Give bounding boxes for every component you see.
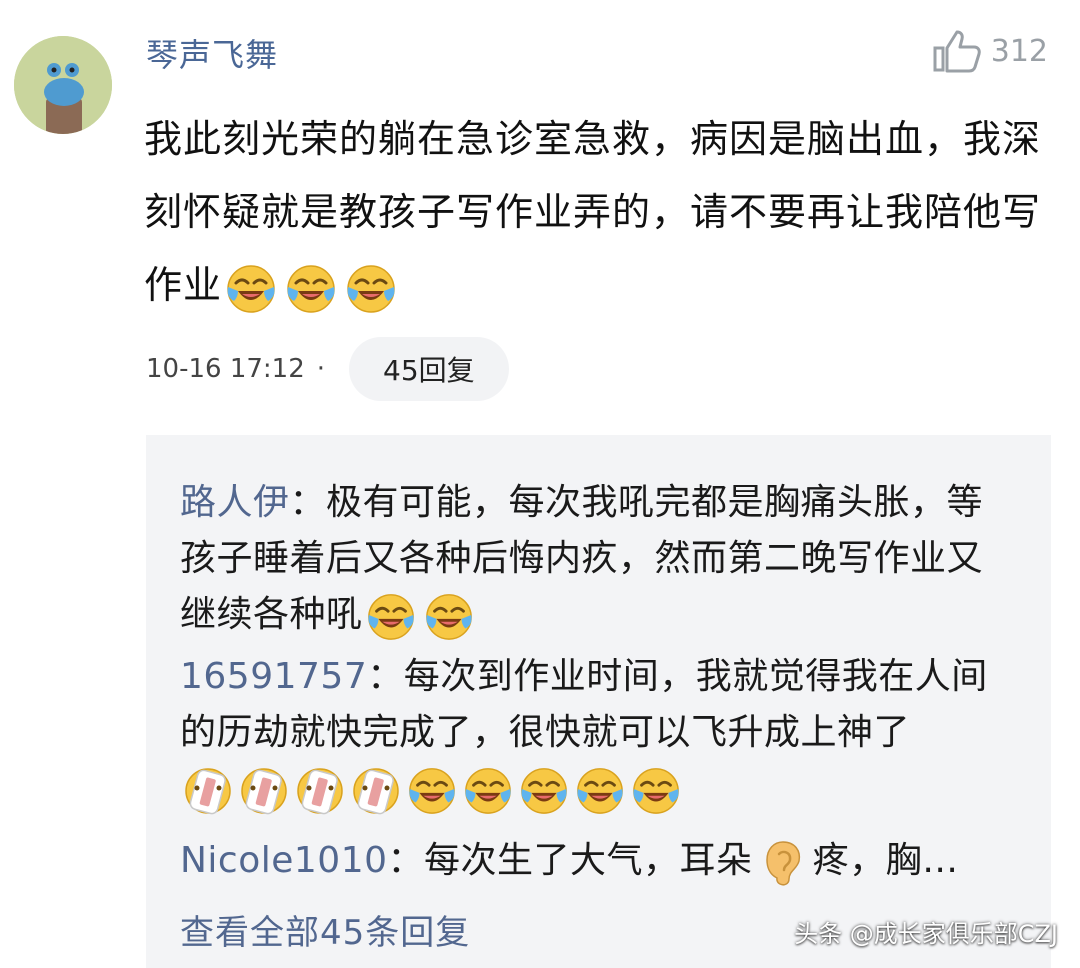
- thumbs-up-icon: [931, 28, 983, 74]
- bandage-emoji-icon: [238, 764, 290, 816]
- laugh-cry-emoji-icon: [574, 764, 626, 816]
- laugh-cry-emoji-icon: [518, 764, 570, 816]
- reply-item[interactable]: 16591757：每次到作业时间，我就觉得我在人间的历劫就快完成了，很快就可以飞…: [180, 649, 1010, 817]
- reply-author[interactable]: Nicole1010: [180, 840, 388, 881]
- laugh-cry-emoji-icon: [365, 590, 417, 642]
- comment-emojis: [224, 261, 398, 315]
- username[interactable]: 琴声飞舞: [146, 30, 278, 76]
- timestamp: 10-16 17:12: [146, 354, 305, 384]
- laugh-cry-emoji-icon: [630, 764, 682, 816]
- comment-text: 我此刻光荣的躺在急诊室急救，病因是脑出血，我深刻怀疑就是教孩子写作业弄的，请不要…: [144, 103, 1044, 322]
- view-all-replies-link[interactable]: 查看全部45条回复: [180, 905, 470, 954]
- avatar[interactable]: [14, 36, 112, 134]
- reply-author[interactable]: 路人伊: [180, 482, 290, 523]
- reply-item[interactable]: 路人伊：极有可能，每次我吼完都是胸痛头胀，等孩子睡着后又各种后悔内疚，然而第二晚…: [180, 475, 1010, 643]
- avatar-image: [14, 36, 112, 134]
- laugh-cry-emoji-icon: [284, 261, 338, 315]
- reply-emojis: [182, 764, 682, 816]
- like-count: 312: [990, 33, 1048, 69]
- laugh-cry-emoji-icon: [406, 764, 458, 816]
- reply-button[interactable]: 45回复: [349, 337, 509, 401]
- meta-separator: ·: [316, 354, 326, 384]
- reply-colon: ：: [367, 656, 404, 697]
- laugh-cry-emoji-icon: [462, 764, 514, 816]
- replies-panel: 路人伊：极有可能，每次我吼完都是胸痛头胀，等孩子睡着后又各种后悔内疚，然而第二晚…: [146, 435, 1051, 968]
- ear-emoji-icon: [757, 836, 809, 888]
- reply-author[interactable]: 16591757: [180, 656, 367, 697]
- watermark: 头条 @成长家俱乐部CZJ: [794, 920, 1058, 948]
- laugh-cry-emoji-icon: [423, 590, 475, 642]
- reply-text-tail: 疼，胸…: [812, 840, 959, 881]
- like-button[interactable]: 312: [931, 28, 1048, 74]
- bandage-emoji-icon: [350, 764, 402, 816]
- reply-colon: ：: [289, 482, 327, 523]
- reply-text: 每次生了大气，耳朵: [424, 840, 753, 881]
- bandage-emoji-icon: [294, 764, 346, 816]
- bandage-emoji-icon: [182, 764, 234, 816]
- comment-meta: 10-16 17:12 · 45回复: [146, 337, 509, 401]
- reply-colon: ：: [387, 840, 425, 881]
- laugh-cry-emoji-icon: [224, 261, 278, 315]
- laugh-cry-emoji-icon: [344, 261, 398, 315]
- reply-item[interactable]: Nicole1010：每次生了大气，耳朵 疼，胸…: [180, 833, 1010, 889]
- reply-emojis: [365, 590, 475, 642]
